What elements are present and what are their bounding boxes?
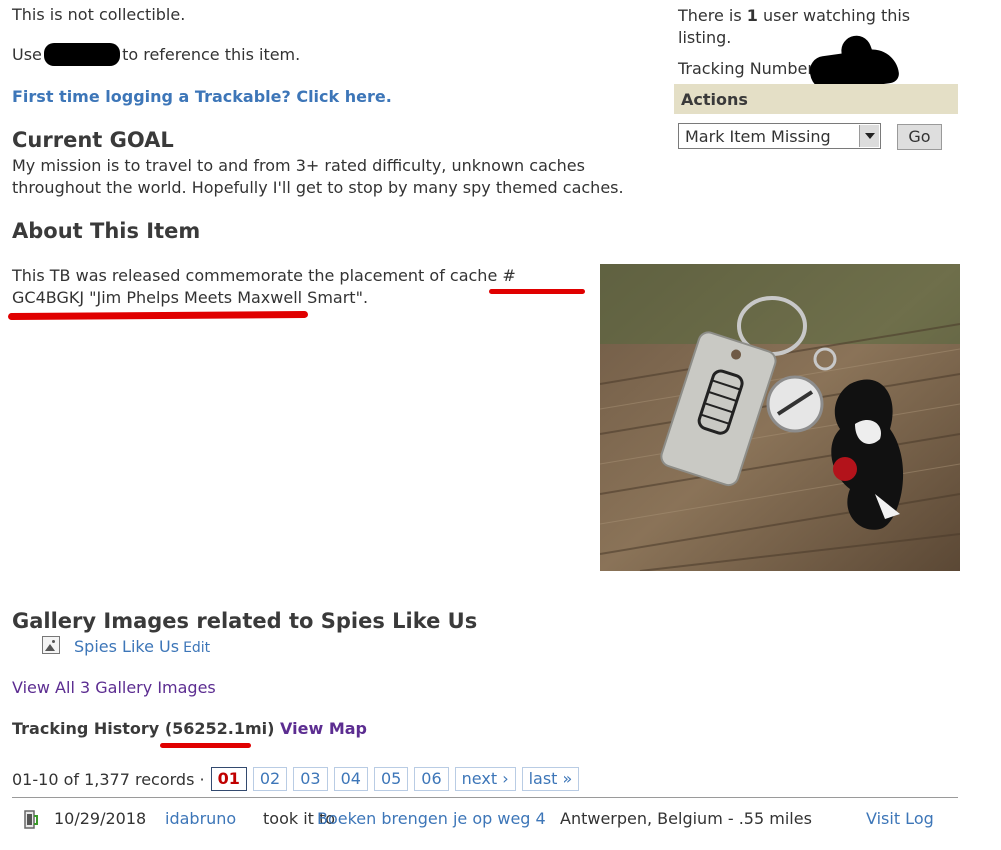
page-link[interactable]: 02 bbox=[252, 767, 288, 791]
log-row: 10/29/2018 idabruno took it to Boeken br… bbox=[20, 809, 960, 831]
page-link[interactable]: 05 bbox=[373, 767, 409, 791]
actions-title: Actions bbox=[681, 90, 748, 109]
action-select-value: Mark Item Missing bbox=[685, 127, 831, 146]
tracking-history: Tracking History (56252.1mi) View Map bbox=[12, 719, 367, 738]
use-prefix: Use bbox=[12, 45, 42, 64]
watchers-count: 1 bbox=[746, 6, 758, 25]
divider bbox=[12, 797, 958, 798]
about-prefix: This TB was released commemorate the pla… bbox=[12, 266, 498, 285]
page-link[interactable]: 04 bbox=[333, 767, 368, 791]
watchers-prefix: There is bbox=[678, 6, 742, 25]
log-user-link[interactable]: idabruno bbox=[165, 809, 236, 828]
trackable-photo bbox=[600, 264, 960, 571]
page-link-current[interactable]: 01 bbox=[210, 767, 247, 791]
gallery-item: Spies Like Us Edit bbox=[42, 636, 210, 656]
retrieved-log-icon bbox=[24, 810, 38, 829]
cache-name: "Jim Phelps Meets Maxwell Smart". bbox=[89, 288, 369, 307]
page-link[interactable]: 06 bbox=[414, 767, 449, 791]
annotation-underline bbox=[160, 743, 251, 748]
log-date: 10/29/2018 bbox=[54, 809, 147, 828]
goal-text: My mission is to travel to and from 3+ r… bbox=[12, 156, 624, 197]
collectible-status: This is not collectible. bbox=[12, 5, 186, 24]
tracking-number-label: Tracking Number bbox=[678, 59, 814, 78]
pagination: 01-10 of 1,377 records · 01 02 03 04 05 … bbox=[12, 767, 585, 791]
last-page-link[interactable]: last » bbox=[521, 767, 580, 791]
tracking-history-label: Tracking History bbox=[12, 719, 160, 738]
first-time-logging-link[interactable]: First time logging a Trackable? Click he… bbox=[12, 87, 392, 106]
gallery-edit-link[interactable]: Edit bbox=[183, 640, 210, 656]
records-summary: 01-10 of 1,377 records · bbox=[12, 769, 205, 789]
annotation-underline bbox=[489, 289, 585, 294]
image-icon bbox=[42, 636, 60, 654]
next-page-link[interactable]: next › bbox=[454, 767, 516, 791]
goal-heading: Current GOAL bbox=[12, 128, 174, 152]
about-heading: About This Item bbox=[12, 219, 201, 243]
gallery-heading: Gallery Images related to Spies Like Us bbox=[12, 609, 478, 633]
tracking-distance: (56252.1mi) bbox=[164, 719, 275, 738]
log-location: Antwerpen, Belgium - .55 miles bbox=[560, 809, 812, 828]
page-link[interactable]: 03 bbox=[293, 767, 328, 791]
annotation-underline bbox=[7, 310, 309, 321]
about-text: This TB was released commemorate the pla… bbox=[12, 265, 587, 309]
watchers-text: There is 1 user watching this listing. bbox=[678, 5, 938, 49]
redaction-mark bbox=[44, 43, 120, 66]
view-all-gallery-link[interactable]: View All 3 Gallery Images bbox=[12, 678, 216, 697]
actions-header: Actions bbox=[674, 84, 958, 114]
log-cache-link[interactable]: Boeken brengen je op weg 4 bbox=[317, 809, 546, 828]
visit-log-link[interactable]: Visit Log bbox=[866, 809, 934, 828]
use-suffix: to reference this item. bbox=[122, 45, 301, 64]
view-map-link[interactable]: View Map bbox=[280, 719, 367, 738]
chevron-down-icon[interactable] bbox=[859, 125, 879, 147]
gallery-image-link[interactable]: Spies Like Us bbox=[74, 637, 179, 656]
go-button[interactable]: Go bbox=[897, 124, 942, 150]
action-select[interactable]: Mark Item Missing bbox=[678, 123, 881, 149]
